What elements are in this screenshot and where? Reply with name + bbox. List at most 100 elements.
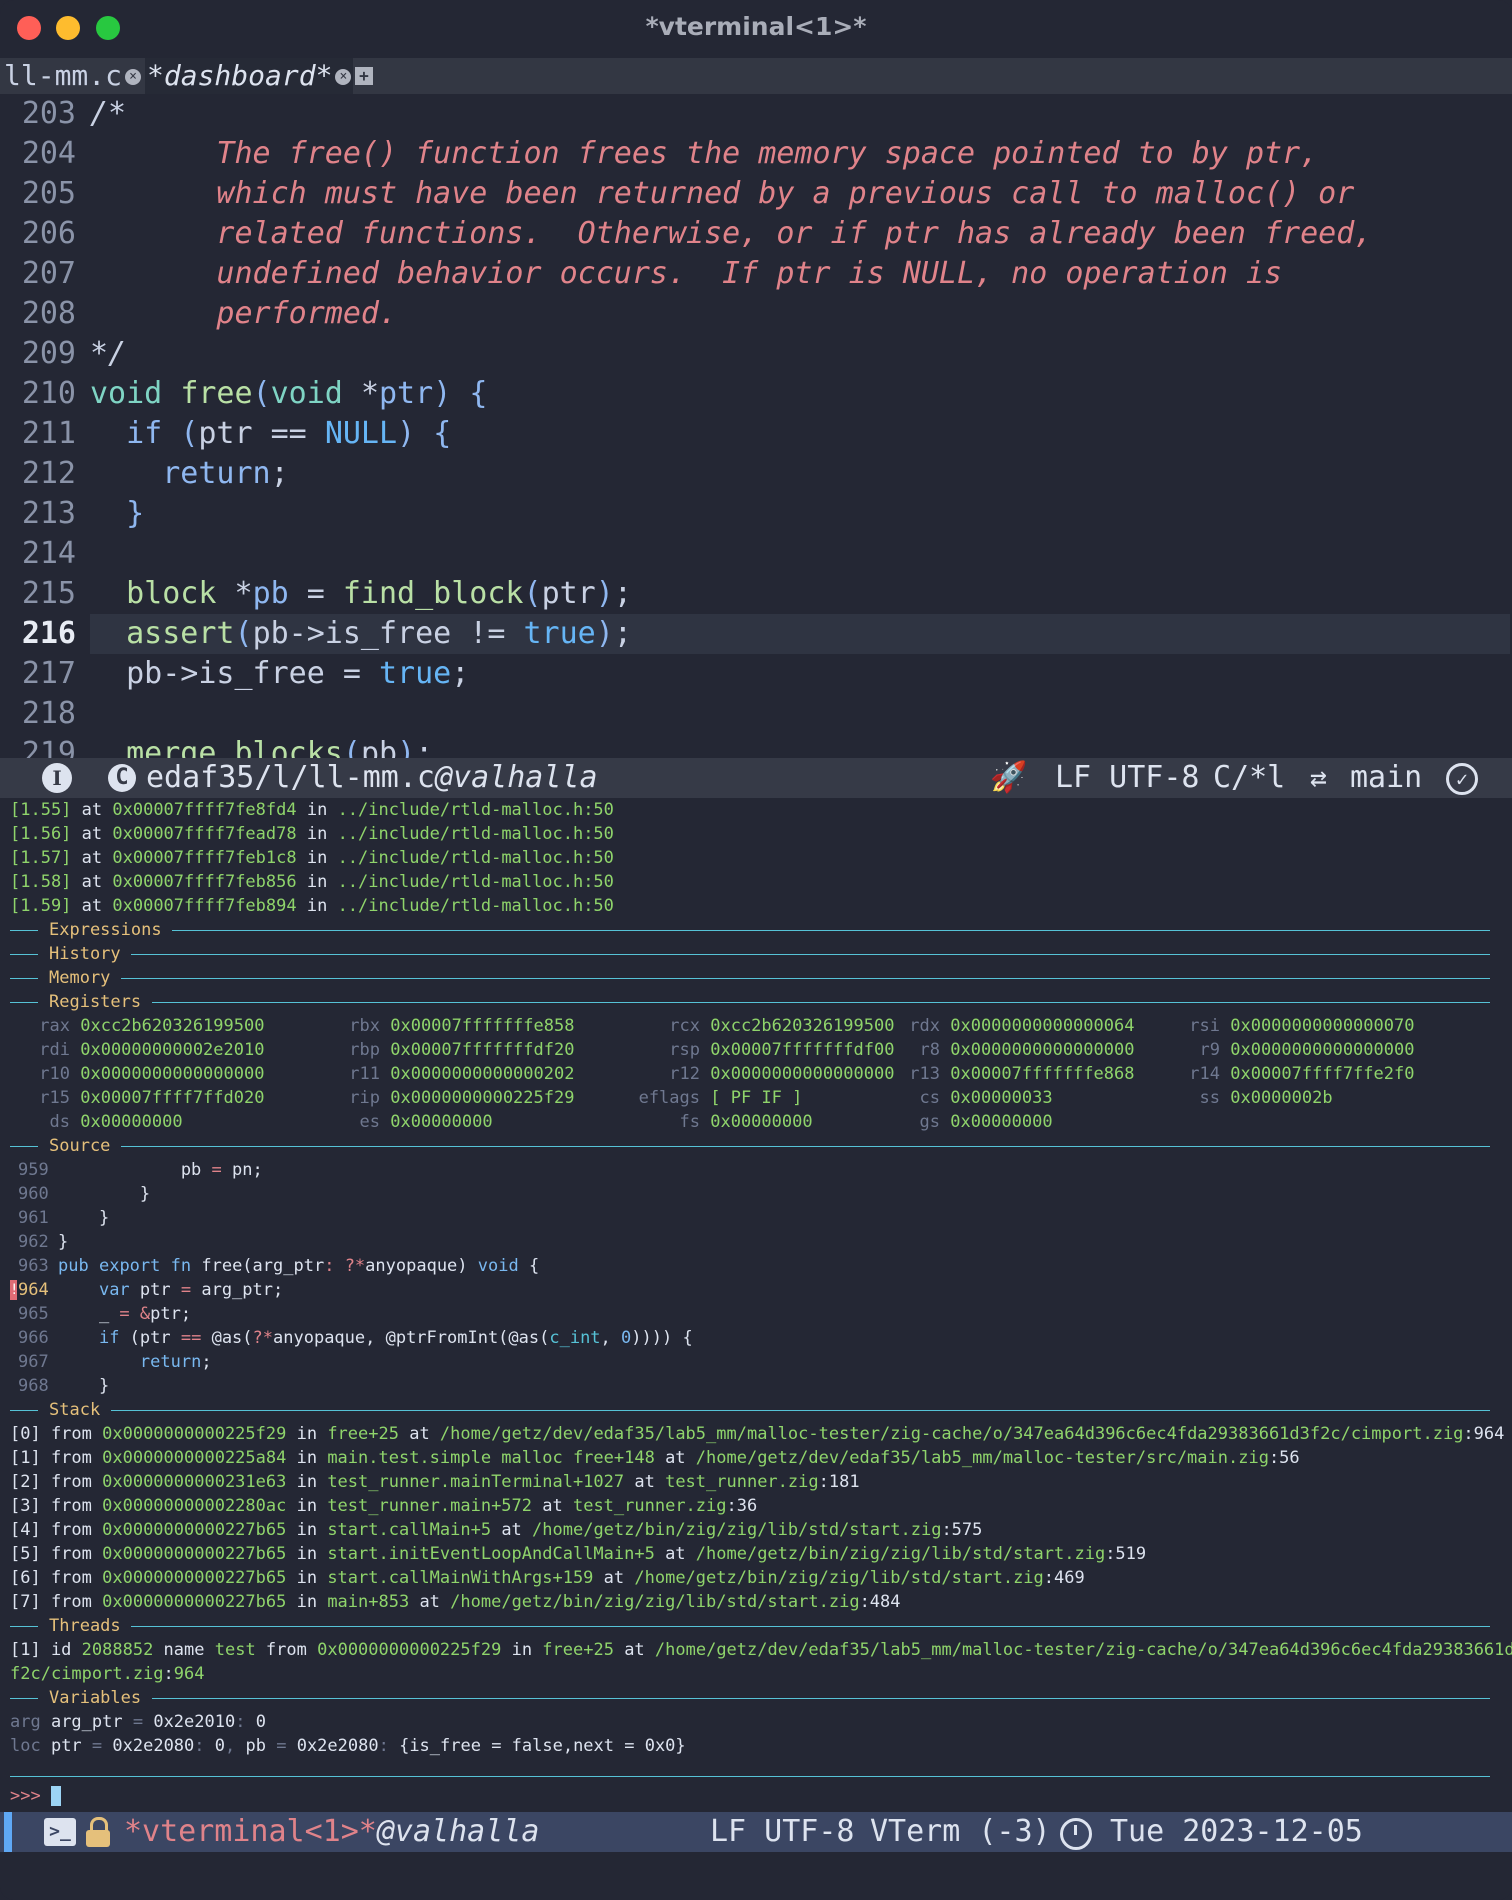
backtrace-frame: [1.59] at 0x00007ffff7feb894 in ../inclu… — [10, 896, 614, 916]
code-line[interactable]: 204 The free() function frees the memory… — [0, 134, 1512, 174]
code-text: block *pb = find_block(ptr); — [126, 576, 632, 611]
backtrace-frame: [1.56] at 0x00007ffff7fead78 in ../inclu… — [10, 824, 614, 844]
backtrace-frame: [1.57] at 0x00007ffff7feb1c8 in ../inclu… — [10, 848, 614, 868]
stack-frame: [3] from 0x00000000002280ac in test_runn… — [10, 1496, 758, 1516]
code-text: } — [126, 496, 145, 531]
backtrace-frame: [1.55] at 0x00007ffff7fe8fd4 in ../inclu… — [10, 800, 614, 820]
code-line[interactable]: 209 */ — [0, 334, 1512, 374]
source-line: 965 _ = &ptr; — [18, 1304, 192, 1324]
tab-label: *dashboard* — [147, 59, 333, 92]
code-line[interactable]: 213 } — [0, 494, 1512, 534]
git-branch[interactable]: main — [1350, 758, 1422, 798]
code-line[interactable]: 205 which must have been returned by a p… — [0, 174, 1512, 214]
register-r14: r14 0x00007ffff7ffe2f0 — [1189, 1064, 1415, 1084]
encoding-indicator[interactable]: LF UTF-8 — [710, 1812, 855, 1852]
code-text: related functions. Otherwise, or if ptr … — [90, 216, 1373, 251]
host-name: @valhalla — [434, 760, 598, 795]
register-rdx: rdx 0x0000000000000064 — [909, 1016, 1135, 1036]
close-icon[interactable]: × — [335, 69, 352, 85]
code-line[interactable]: 211 if (ptr == NULL) { — [0, 414, 1512, 454]
line-number: 210 — [21, 376, 76, 411]
vterm-buffer[interactable]: [1.55] at 0x00007ffff7fe8fd4 in ../inclu… — [0, 798, 1512, 1812]
code-text: */ — [90, 336, 127, 371]
source-line: 967 return; — [18, 1352, 212, 1372]
gdb-prompt[interactable]: >>> — [10, 1784, 61, 1808]
section-header-threads: Threads — [10, 1614, 1490, 1638]
line-number: 204 — [21, 136, 76, 171]
section-header-registers: Registers — [10, 990, 1490, 1014]
register-rcx: rcx 0xcc2b620326199500 — [669, 1016, 895, 1036]
code-line[interactable]: 210 void free(void *ptr) { — [0, 374, 1512, 414]
code-line[interactable]: 214 — [0, 534, 1512, 574]
major-mode-indicator[interactable]: C/*l — [1213, 758, 1285, 798]
backtrace-frame: [1.58] at 0x00007ffff7feb856 in ../inclu… — [10, 872, 614, 892]
section-header-variables: Variables — [10, 1686, 1490, 1710]
code-text: pb->is_free = true; — [90, 656, 470, 691]
stack-frame: [5] from 0x0000000000227b65 in start.ini… — [10, 1544, 1147, 1564]
source-line: 964 var ptr = arg_ptr; — [18, 1280, 284, 1300]
line-number: 212 — [21, 456, 76, 491]
stack-frame: [7] from 0x0000000000227b65 in main+853 … — [10, 1592, 901, 1612]
line-number: 211 — [21, 416, 76, 451]
section-title: Expressions — [49, 920, 162, 940]
tab-label: ll-mm.c — [4, 59, 123, 92]
check-icon: ✓ — [1446, 763, 1478, 795]
terminal-icon: >_ — [44, 1818, 76, 1846]
host-name: @valhalla — [376, 1814, 540, 1849]
code-text: assert(pb->is_free != true); — [126, 616, 632, 651]
register-r10: r10 0x0000000000000000 — [39, 1064, 265, 1084]
code-line[interactable]: 219 merge_blocks(pb); — [0, 734, 1512, 758]
close-icon[interactable]: × — [125, 69, 142, 85]
line-number: 209 — [21, 336, 76, 371]
code-line[interactable]: 216 assert(pb->is_free != true); — [22, 614, 1510, 654]
buffer-file-name: edaf35/l/ll-mm.c@valhalla — [146, 758, 598, 798]
stack-frame: [1] from 0x0000000000225a84 in main.test… — [10, 1448, 1300, 1468]
code-line[interactable]: 207 undefined behavior occurs. If ptr is… — [0, 254, 1512, 294]
line-number: 203 — [21, 96, 76, 131]
buffer-label: *vterminal<1>* — [124, 1814, 377, 1849]
tab-ll-mm-c[interactable]: ll-mm.c × — [4, 58, 142, 94]
code-line[interactable]: 203 /* — [0, 94, 1512, 134]
section-header-stack: Stack — [10, 1398, 1490, 1422]
code-line[interactable]: 215 block *pb = find_block(ptr); — [0, 574, 1512, 614]
line-number: 213 — [21, 496, 76, 531]
register-ds: ds 0x00000000 — [49, 1112, 183, 1132]
register-r9: r9 0x0000000000000000 — [1199, 1040, 1415, 1060]
section-title: Registers — [49, 992, 142, 1012]
line-number: 218 — [21, 696, 76, 731]
line-number: 215 — [21, 576, 76, 611]
lock-icon — [86, 1817, 110, 1847]
code-text: undefined behavior occurs. If ptr is NUL… — [90, 256, 1283, 291]
section-divider — [10, 1764, 1490, 1788]
line-number: 208 — [21, 296, 76, 331]
register-r15: r15 0x00007ffff7ffd020 — [39, 1088, 265, 1108]
code-line[interactable]: 217 pb->is_free = true; — [0, 654, 1512, 694]
info-icon[interactable]: I — [42, 763, 72, 793]
git-branch-icon: ⇄ — [1310, 761, 1327, 794]
section-header-memory: Memory — [10, 966, 1490, 990]
line-number: 207 — [21, 256, 76, 291]
register-fs: fs 0x00000000 — [679, 1112, 813, 1132]
emacs-window: *vterminal<1>* ll-mm.c × *dashboard* × + 2… — [0, 0, 1512, 1900]
titlebar: *vterminal<1>* — [0, 0, 1512, 56]
major-mode-indicator[interactable]: VTerm (-3) — [870, 1812, 1051, 1852]
source-line: 966 if (ptr == @as(?*anyopaque, @ptrFrom… — [18, 1328, 693, 1348]
buffer-name: *vterminal<1>*@valhalla — [124, 1812, 539, 1852]
modeline-bottom: >_ *vterminal<1>*@valhalla LF UTF-8 VTer… — [0, 1812, 1512, 1889]
encoding-indicator[interactable]: LF UTF-8 — [1055, 758, 1200, 798]
tab-dashboard[interactable]: *dashboard* × — [145, 58, 354, 94]
code-line[interactable]: 218 — [0, 694, 1512, 734]
code-editor[interactable]: 203/* 204 The free() function frees the m… — [0, 94, 1512, 758]
code-line[interactable]: 212 return; — [0, 454, 1512, 494]
code-text: if (ptr == NULL) { — [126, 416, 452, 451]
code-line[interactable]: 208 performed. — [0, 294, 1512, 334]
source-line: 960 } — [18, 1184, 151, 1204]
new-tab-button[interactable]: + — [355, 67, 373, 85]
minibuffer[interactable] — [0, 1852, 1512, 1900]
register-rsp: rsp 0x00007fffffffdf00 — [669, 1040, 895, 1060]
stack-frame: [6] from 0x0000000000227b65 in start.cal… — [10, 1568, 1085, 1588]
code-line[interactable]: 206 related functions. Otherwise, or if … — [0, 214, 1512, 254]
code-text: merge_blocks(pb); — [126, 736, 434, 758]
code-text: return; — [162, 456, 289, 491]
text-cursor — [50, 1786, 61, 1806]
